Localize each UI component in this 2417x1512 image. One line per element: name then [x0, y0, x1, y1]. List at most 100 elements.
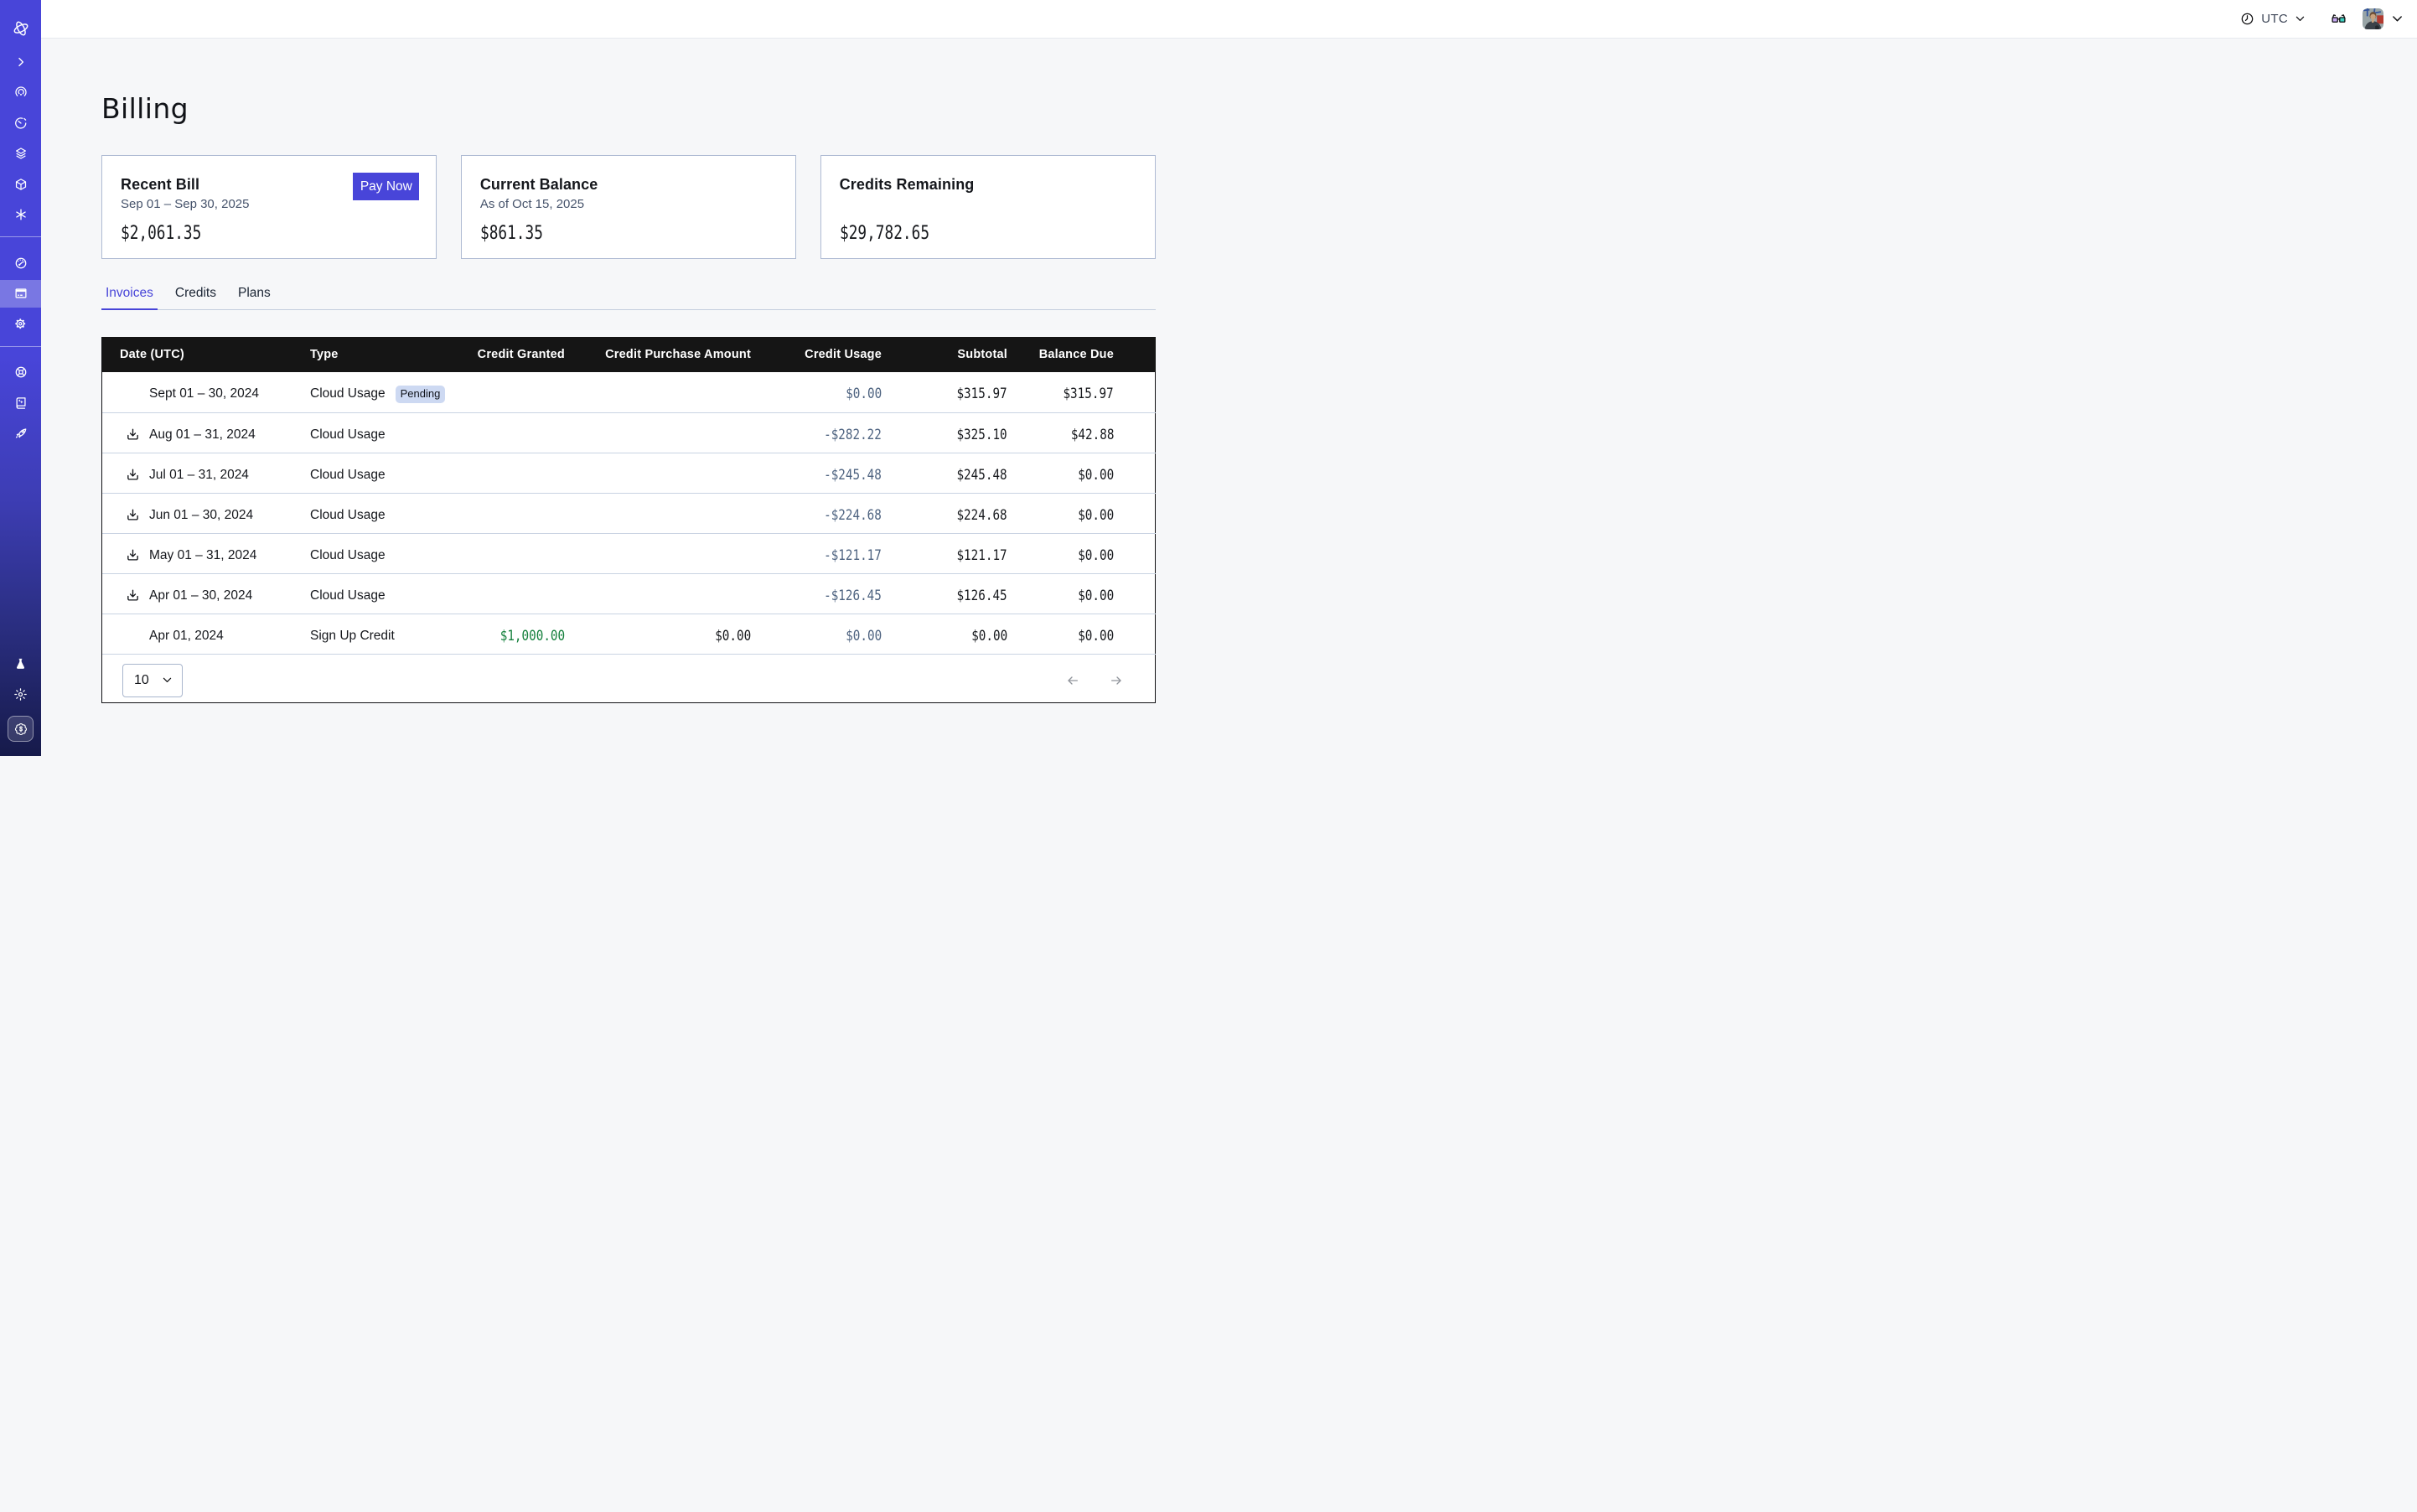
sidebar-divider — [0, 346, 41, 347]
pricing-dollar-badge-icon — [13, 722, 28, 737]
sidebar-item-billing[interactable] — [0, 280, 41, 308]
download-invoice-icon[interactable] — [126, 588, 140, 603]
tab-plans[interactable]: Plans — [234, 283, 275, 309]
nexus-icon — [14, 208, 28, 221]
invoice-date: Sept 01 – 30, 2024 — [149, 386, 259, 401]
current-balance-amount: $861.35 — [480, 222, 543, 244]
temporal-logo[interactable] — [0, 0, 41, 48]
page-size-select[interactable]: 10 — [122, 664, 183, 697]
next-page-button[interactable] — [1110, 674, 1123, 687]
invoice-date: Aug 01 – 31, 2024 — [149, 427, 256, 443]
sidebar-item-docs[interactable] — [0, 389, 41, 417]
labs-mode-toggle[interactable] — [2332, 13, 2346, 25]
subtotal-value: $315.97 — [957, 386, 1007, 402]
download-invoice-icon[interactable] — [126, 468, 140, 482]
invoice-date: May 01 – 31, 2024 — [149, 548, 256, 563]
sidebar-item-usage[interactable] — [0, 249, 41, 277]
chevron-down-icon — [2295, 13, 2306, 24]
col-subtotal: Subtotal — [882, 337, 1007, 373]
sidebar-item-expand[interactable] — [0, 48, 41, 75]
settings-gear-icon — [13, 317, 28, 331]
main-content: Billing Recent Bill Sep 01 – Sep 30, 202… — [41, 38, 1208, 703]
download-invoice-icon[interactable] — [126, 427, 140, 442]
timezone-selector[interactable]: UTC — [2240, 12, 2306, 26]
subtotal-value: $245.48 — [957, 467, 1007, 484]
credit-usage-value: -$245.48 — [824, 467, 882, 484]
avatar — [2363, 8, 2383, 29]
invoice-type: Cloud Usage — [310, 548, 386, 563]
col-type: Type — [310, 337, 453, 373]
credit-usage-value: -$282.22 — [824, 427, 882, 443]
sidebar-item-settings[interactable] — [0, 310, 41, 338]
support-lifebuoy-icon — [14, 365, 28, 379]
sidebar-divider — [0, 236, 41, 237]
sidebar-item-support[interactable] — [0, 359, 41, 386]
namespaces-icon — [14, 85, 28, 99]
invoice-date: Jul 01 – 31, 2024 — [149, 468, 249, 483]
invoice-type: Cloud Usage — [310, 427, 386, 443]
invoice-date: Jun 01 – 30, 2024 — [149, 508, 253, 523]
credit-usage-value: $0.00 — [846, 628, 882, 645]
reading-glasses-icon — [2332, 13, 2346, 25]
recent-bill-amount: $2,061.35 — [121, 222, 201, 244]
balance-due-value: $315.97 — [1064, 386, 1114, 402]
col-credit-purchase: Credit Purchase Amount — [565, 337, 751, 373]
subtotal-value: $126.45 — [957, 588, 1007, 604]
table-row[interactable]: May 01 – 31, 2024 Cloud Usage -$121.17 $… — [102, 533, 1156, 573]
download-invoice-icon[interactable] — [126, 548, 140, 562]
sidebar-item-nexus[interactable] — [0, 201, 41, 229]
deployments-icon — [14, 147, 28, 160]
tab-invoices[interactable]: Invoices — [101, 283, 158, 309]
sidebar-item-getting-started[interactable] — [0, 420, 41, 448]
docs-book-icon — [14, 396, 28, 410]
col-date: Date (UTC) — [102, 337, 310, 373]
tab-credits[interactable]: Credits — [171, 283, 220, 309]
summary-cards: Recent Bill Sep 01 – Sep 30, 2025 $2,061… — [101, 155, 1156, 259]
labs-flask-icon — [13, 657, 28, 671]
recent-bill-card: Recent Bill Sep 01 – Sep 30, 2025 $2,061… — [101, 155, 437, 259]
status-badge: Pending — [396, 386, 446, 403]
workflows-cube-icon — [14, 178, 28, 191]
pay-now-button[interactable]: Pay Now — [353, 173, 419, 200]
chevron-right-icon — [15, 56, 27, 68]
table-row[interactable]: Jun 01 – 30, 2024 Cloud Usage -$224.68 $… — [102, 493, 1156, 533]
balance-due-value: $0.00 — [1078, 547, 1114, 564]
card-title: Current Balance — [480, 176, 779, 194]
sidebar-item-namespaces[interactable] — [0, 79, 41, 106]
table-row[interactable]: Jul 01 – 31, 2024 Cloud Usage -$245.48 $… — [102, 453, 1156, 493]
sidebar-item-labs[interactable] — [0, 650, 41, 678]
credit-usage-value: -$121.17 — [824, 547, 882, 564]
sidebar-item-pricing[interactable] — [8, 716, 34, 742]
subtotal-value: $224.68 — [957, 507, 1007, 524]
table-row[interactable]: Apr 01, 2024 Sign Up Credit $1,000.00 $0… — [102, 614, 1156, 654]
chevron-down-icon — [162, 675, 173, 686]
balance-due-value: $0.00 — [1078, 507, 1114, 524]
table-row[interactable]: Aug 01 – 31, 2024 Cloud Usage -$282.22 $… — [102, 412, 1156, 453]
credit-purchase-value: $0.00 — [715, 628, 751, 645]
sidebar-item-workflows[interactable] — [0, 170, 41, 198]
col-balance-due: Balance Due — [1007, 337, 1156, 373]
subtotal-value: $121.17 — [957, 547, 1007, 564]
sidebar-item-deployments[interactable] — [0, 140, 41, 168]
table-row[interactable]: Sept 01 – 30, 2024 Cloud Usage Pending $… — [102, 372, 1156, 412]
subtotal-value: $325.10 — [957, 427, 1007, 443]
page-title: Billing — [101, 89, 1156, 129]
card-sub-empty — [840, 197, 1138, 213]
balance-due-value: $0.00 — [1078, 467, 1114, 484]
col-credit-usage: Credit Usage — [751, 337, 882, 373]
invoice-type: Sign Up Credit — [310, 629, 395, 644]
billing-tabs: Invoices Credits Plans — [101, 283, 1156, 310]
download-invoice-icon[interactable] — [126, 508, 140, 522]
prev-page-button[interactable] — [1066, 674, 1079, 687]
table-header: Date (UTC) Type Credit Granted Credit Pu… — [102, 337, 1156, 373]
user-menu[interactable] — [2363, 8, 2404, 29]
card-as-of: As of Oct 15, 2025 — [480, 197, 779, 213]
chevron-down-icon — [2391, 13, 2404, 25]
table-footer: 10 — [102, 655, 1155, 702]
sidebar-item-theme[interactable] — [0, 681, 41, 708]
balance-due-value: $0.00 — [1078, 588, 1114, 604]
balance-due-value: $42.88 — [1070, 427, 1114, 443]
balance-due-value: $0.00 — [1078, 628, 1114, 645]
sidebar-item-schedules[interactable] — [0, 109, 41, 137]
table-row[interactable]: Apr 01 – 30, 2024 Cloud Usage -$126.45 $… — [102, 573, 1156, 614]
